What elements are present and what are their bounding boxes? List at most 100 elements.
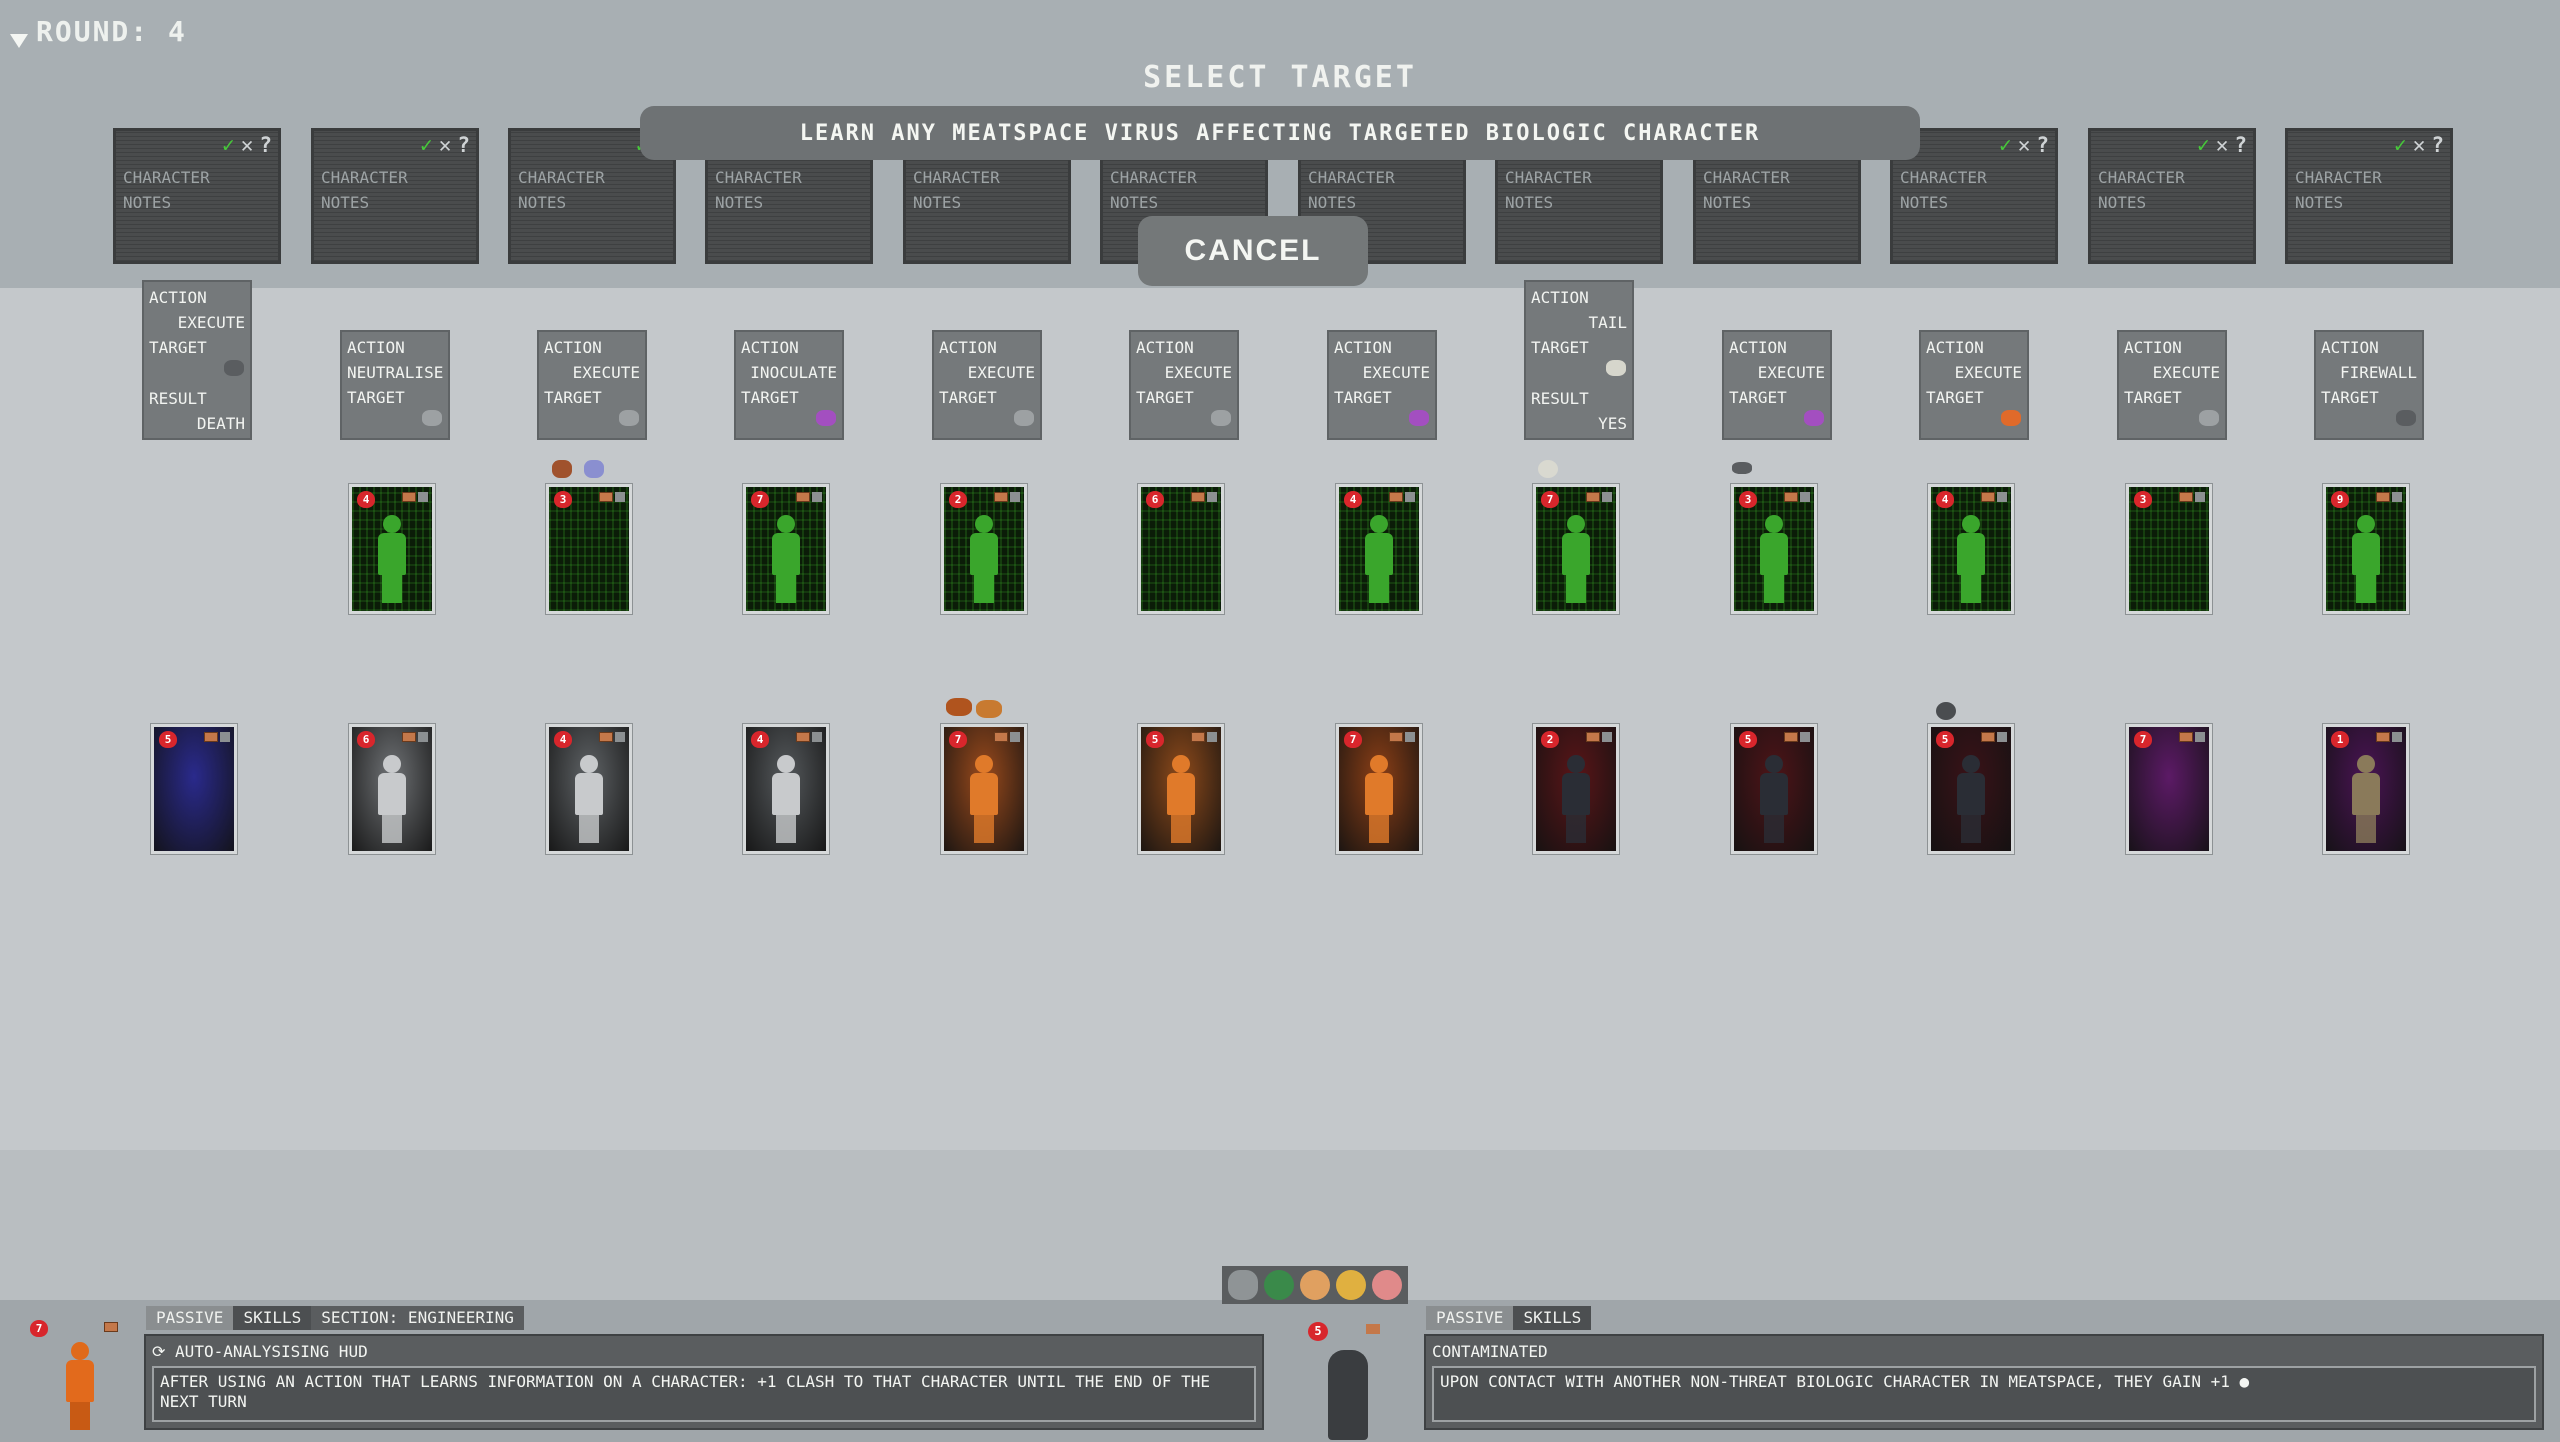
- check-icon[interactable]: ✓: [1999, 133, 2012, 158]
- target-label: TARGET: [1136, 388, 1194, 407]
- enemy-character-card[interactable]: 2: [941, 484, 1027, 614]
- player-character-card[interactable]: 7: [1336, 724, 1422, 854]
- tab-skills-right[interactable]: SKILLS: [1513, 1306, 1592, 1330]
- enemy-character-card[interactable]: 4: [1928, 484, 2014, 614]
- action-card[interactable]: ACTION EXECUTE TARGET: [1919, 330, 2029, 440]
- action-card[interactable]: ACTION TAIL TARGET RESULT YES: [1524, 280, 1634, 440]
- heart-icon: 3: [554, 491, 572, 508]
- target-label: TARGET: [1926, 388, 1984, 407]
- player-character-card[interactable]: 7: [941, 724, 1027, 854]
- ammo-icon: [1366, 1324, 1380, 1334]
- cross-icon[interactable]: ✕: [439, 133, 452, 158]
- player-character-card[interactable]: 5: [1138, 724, 1224, 854]
- action-card[interactable]: ACTION EXECUTE TARGET: [537, 330, 647, 440]
- action-label: ACTION: [1729, 338, 1787, 357]
- action-card[interactable]: ACTION EXECUTE TARGET: [2117, 330, 2227, 440]
- person-icon[interactable]: [1300, 1270, 1330, 1300]
- enemy-character-card[interactable]: 3: [546, 484, 632, 614]
- heart-icon: 2: [1541, 731, 1559, 748]
- player-portrait[interactable]: 7: [20, 1314, 140, 1442]
- action-card[interactable]: ACTION FIREWALL TARGET: [2314, 330, 2424, 440]
- result-label: RESULT: [1531, 389, 1589, 408]
- player-character-card[interactable]: 5: [1928, 724, 2014, 854]
- check-icon[interactable]: ✓: [2394, 133, 2407, 158]
- target-label: TARGET: [2321, 388, 2379, 407]
- enemy-character-card[interactable]: 7: [743, 484, 829, 614]
- enemy-character-card[interactable]: 3: [1731, 484, 1817, 614]
- question-icon[interactable]: ?: [259, 133, 272, 158]
- brain-icon[interactable]: [1372, 1270, 1402, 1300]
- heart-icon: 5: [1308, 1322, 1328, 1341]
- ammo-icon: [2179, 732, 2193, 742]
- action-label: ACTION: [2124, 338, 2182, 357]
- character-notes-box[interactable]: ✓ ✕? CHARACTER NOTES: [311, 128, 479, 264]
- notes-label: CHARACTER NOTES: [321, 168, 408, 212]
- target-label: TARGET: [1334, 388, 1392, 407]
- ammo-icon: [1981, 492, 1995, 502]
- cross-icon[interactable]: ✕: [2413, 133, 2426, 158]
- player-character-card[interactable]: 7: [2126, 724, 2212, 854]
- enemy-character-card[interactable]: 4: [1336, 484, 1422, 614]
- question-icon[interactable]: ?: [457, 133, 470, 158]
- question-icon[interactable]: ?: [2431, 133, 2444, 158]
- action-card[interactable]: ACTION NEUTRALISE TARGET: [340, 330, 450, 440]
- cross-icon[interactable]: ✕: [241, 133, 254, 158]
- tab-passive-left[interactable]: PASSIVE: [146, 1306, 234, 1330]
- cross-icon[interactable]: ✕: [2216, 133, 2229, 158]
- ammo-icon: [2179, 492, 2193, 502]
- enemy-character-card[interactable]: 9: [2323, 484, 2409, 614]
- action-name: EXECUTE: [1757, 363, 1825, 382]
- action-card[interactable]: ACTION EXECUTE TARGET: [1129, 330, 1239, 440]
- player-character-card[interactable]: 4: [546, 724, 632, 854]
- footer-icon-bar: [1222, 1266, 1408, 1304]
- cancel-button[interactable]: CANCEL: [1138, 216, 1368, 286]
- player-character-card[interactable]: 2: [1533, 724, 1619, 854]
- earth-icon[interactable]: [1264, 1270, 1294, 1300]
- round-label: ROUND: 4: [36, 14, 187, 48]
- target-portrait[interactable]: 5: [1290, 1314, 1410, 1442]
- notes-label: CHARACTER NOTES: [1505, 168, 1592, 212]
- heart-icon: 3: [2134, 491, 2152, 508]
- notes-label: CHARACTER NOTES: [1703, 168, 1790, 212]
- skill-desc-left: AFTER USING AN ACTION THAT LEARNS INFORM…: [152, 1366, 1256, 1422]
- cross-icon[interactable]: ✕: [2018, 133, 2031, 158]
- tab-skills-left[interactable]: SKILLS: [233, 1306, 312, 1330]
- action-label: ACTION: [1531, 288, 1589, 307]
- enemy-character-card[interactable]: 7: [1533, 484, 1619, 614]
- question-icon[interactable]: ?: [2036, 133, 2049, 158]
- player-character-card[interactable]: 6: [349, 724, 435, 854]
- pin-icon[interactable]: [1228, 1270, 1258, 1300]
- slot-icon: [418, 492, 428, 502]
- ammo-icon: [1389, 732, 1403, 742]
- action-card[interactable]: ACTION EXECUTE TARGET RESULT DEATH: [142, 280, 252, 440]
- section-label: SECTION: ENGINEERING: [311, 1306, 524, 1330]
- action-card[interactable]: ACTION INOCULATE TARGET: [734, 330, 844, 440]
- left-tabs: PASSIVE SKILLS SECTION: ENGINEERING: [146, 1306, 524, 1330]
- character-notes-box[interactable]: ✓ ✕? CHARACTER NOTES: [2088, 128, 2256, 264]
- enemy-character-card[interactable]: 4: [349, 484, 435, 614]
- character-figure: [1362, 755, 1396, 843]
- action-card[interactable]: ACTION EXECUTE TARGET: [1722, 330, 1832, 440]
- boot-icon[interactable]: [1336, 1270, 1366, 1300]
- round-toggle[interactable]: ROUND: 4: [10, 14, 187, 48]
- tab-passive-right[interactable]: PASSIVE: [1426, 1306, 1514, 1330]
- check-icon[interactable]: ✓: [2197, 133, 2210, 158]
- player-character-card[interactable]: 5: [151, 724, 237, 854]
- action-card[interactable]: ACTION EXECUTE TARGET: [1327, 330, 1437, 440]
- enemy-character-card[interactable]: 6: [1138, 484, 1224, 614]
- action-label: ACTION: [939, 338, 997, 357]
- character-notes-box[interactable]: ✓ ✕? CHARACTER NOTES: [113, 128, 281, 264]
- player-character-card[interactable]: 4: [743, 724, 829, 854]
- character-notes-box[interactable]: ✓ ✕? CHARACTER NOTES: [2285, 128, 2453, 264]
- ammo-icon: [994, 492, 1008, 502]
- player-character-card[interactable]: 1: [2323, 724, 2409, 854]
- character-figure: [1954, 755, 1988, 843]
- action-card[interactable]: ACTION EXECUTE TARGET: [932, 330, 1042, 440]
- check-icon[interactable]: ✓: [222, 133, 235, 158]
- check-icon[interactable]: ✓: [420, 133, 433, 158]
- player-character-card[interactable]: 5: [1731, 724, 1817, 854]
- heart-icon: 9: [2331, 491, 2349, 508]
- slot-icon: [1207, 732, 1217, 742]
- question-icon[interactable]: ?: [2234, 133, 2247, 158]
- enemy-character-card[interactable]: 3: [2126, 484, 2212, 614]
